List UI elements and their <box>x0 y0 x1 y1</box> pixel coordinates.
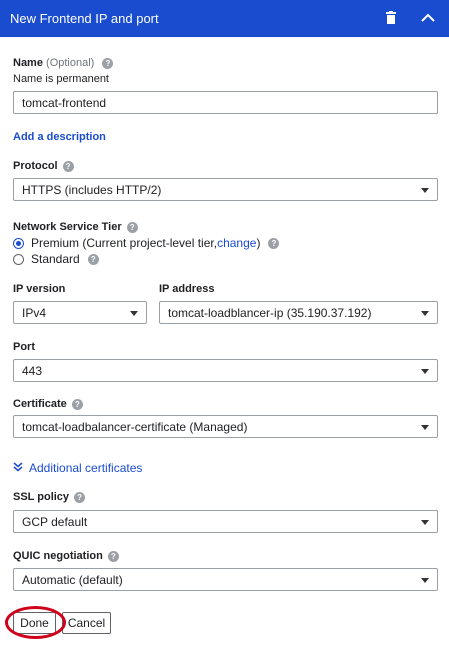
help-icon[interactable]: ? <box>102 57 114 69</box>
dropdown-arrow-icon <box>421 188 429 193</box>
name-input[interactable] <box>13 91 438 114</box>
trash-icon[interactable] <box>381 8 401 28</box>
ip-address-select[interactable]: tomcat-loadblancer-ip (35.190.37.192) <box>159 301 438 324</box>
radio-premium[interactable]: Premium (Current project-level tier, cha… <box>13 236 280 250</box>
help-icon[interactable]: ? <box>126 221 138 233</box>
port-label: Port <box>13 341 35 353</box>
additional-certificates-toggle[interactable]: Additional certificates <box>13 461 142 475</box>
protocol-label: Protocol? <box>13 160 74 172</box>
dropdown-arrow-icon <box>130 311 138 316</box>
radio-button-selected[interactable] <box>13 237 24 249</box>
name-note: Name is permanent <box>13 73 109 85</box>
chevron-up-icon[interactable] <box>418 8 438 28</box>
help-icon[interactable]: ? <box>87 253 99 265</box>
help-icon[interactable]: ? <box>74 491 86 503</box>
radio-standard[interactable]: Standard ? <box>13 252 99 266</box>
network-tier-label: Network Service Tier? <box>13 221 138 233</box>
help-icon[interactable]: ? <box>71 398 83 410</box>
highlight-circle <box>5 606 66 639</box>
help-icon[interactable]: ? <box>62 160 74 172</box>
dropdown-arrow-icon <box>421 520 429 525</box>
quic-label: QUIC negotiation? <box>13 550 119 562</box>
double-chevron-down-icon <box>13 462 23 472</box>
ssl-policy-select[interactable]: GCP default <box>13 510 438 533</box>
panel-title: New Frontend IP and port <box>10 11 159 26</box>
ip-version-select[interactable]: IPv4 <box>13 301 147 324</box>
dropdown-arrow-icon <box>421 578 429 583</box>
help-icon[interactable]: ? <box>268 237 280 249</box>
ip-version-label: IP version <box>13 283 66 295</box>
panel-header: New Frontend IP and port <box>0 0 449 37</box>
dropdown-arrow-icon <box>421 369 429 374</box>
name-label: Name (Optional) ? <box>13 57 114 69</box>
quic-select[interactable]: Automatic (default) <box>13 568 438 591</box>
port-select[interactable]: 443 <box>13 359 438 382</box>
help-icon[interactable]: ? <box>107 550 119 562</box>
dropdown-arrow-icon <box>421 425 429 430</box>
ip-address-label: IP address <box>159 283 215 295</box>
ssl-policy-label: SSL policy? <box>13 491 86 503</box>
change-tier-link[interactable]: change <box>217 236 256 250</box>
protocol-select[interactable]: HTTPS (includes HTTP/2) <box>13 178 438 201</box>
certificate-select[interactable]: tomcat-loadbalancer-certificate (Managed… <box>13 415 438 438</box>
add-description-link[interactable]: Add a description <box>13 131 106 143</box>
radio-button[interactable] <box>13 253 24 265</box>
cancel-button[interactable]: Cancel <box>62 612 111 634</box>
certificate-label: Certificate? <box>13 398 83 410</box>
dropdown-arrow-icon <box>421 311 429 316</box>
